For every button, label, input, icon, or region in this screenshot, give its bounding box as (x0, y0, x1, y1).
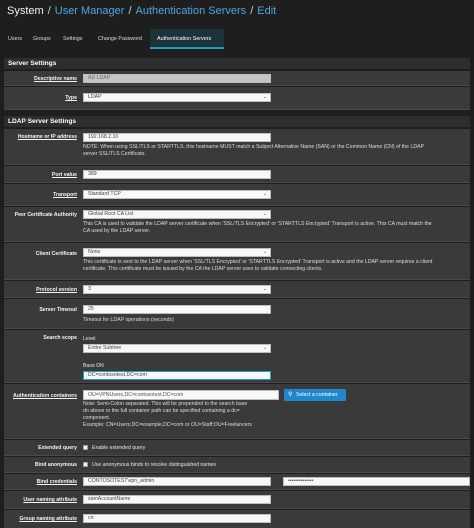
tab-settings[interactable]: Settings (56, 29, 90, 49)
client-cert-row: Client Certificate None ⌄ This certifica… (4, 243, 470, 280)
bind-anonymous-text: Use anonymous binds to resolve distingui… (92, 462, 216, 468)
timeout-row: Server Timeout 25 Timeout for LDAP opera… (4, 299, 470, 329)
port-label: Port value (51, 172, 77, 178)
chevron-down-icon: ⌄ (262, 249, 267, 255)
type-select[interactable]: LDAP ⌄ (83, 93, 271, 102)
extended-query-label: Extended query (38, 445, 77, 451)
descriptive-name-input[interactable]: AD LDAP (83, 74, 271, 83)
scope-level-select-value: Entire Subtree (88, 345, 122, 351)
bind-anonymous-row: Bind anonymous Use anonymous binds to re… (4, 457, 470, 473)
client-cert-select[interactable]: None ⌄ (83, 248, 271, 257)
transport-select[interactable]: Standard TCP ⌄ (83, 190, 271, 199)
ldap-settings-heading: LDAP Server Settings (4, 116, 470, 127)
chevron-down-icon: ⌄ (262, 94, 267, 100)
hostname-help: NOTE: When using SSL/TLS or STARTTLS, th… (83, 144, 425, 157)
type-select-value: LDAP (88, 94, 102, 100)
protocol-label: Protocol version (36, 287, 77, 293)
base-dn-label: Base DN (83, 363, 104, 369)
peer-ca-label: Peer Certificate Authority (14, 212, 77, 218)
bind-credentials-row: Bind credentials CONTOSOTEST\vpn_admin •… (4, 474, 470, 490)
containers-help: Note: Semi-Colon separated. This will be… (83, 401, 252, 428)
hostname-row: Hostname or IP address 192.168.2.10 NOTE… (4, 129, 470, 165)
chevron-down-icon: ⌄ (262, 345, 267, 351)
bind-user-input[interactable]: CONTOSOTEST\vpn_admin (83, 477, 271, 486)
breadcrumb-user-manager[interactable]: User Manager (55, 5, 125, 17)
breadcrumb-edit[interactable]: Edit (257, 5, 276, 17)
extended-query-text: Enable extended query (92, 445, 146, 451)
port-row: Port value 389 (4, 166, 470, 183)
client-cert-help: This certificate is sent to the LDAP ser… (83, 259, 433, 272)
select-container-button[interactable]: ⚲ Select a container (284, 389, 346, 401)
breadcrumb-separator: / (47, 5, 51, 17)
search-scope-label: Search scope (43, 335, 77, 341)
tab-users[interactable]: Users (4, 29, 26, 49)
breadcrumb-system: System (7, 5, 44, 17)
select-container-label: Select a container (296, 392, 338, 398)
group-naming-row: Group naming attribute cn (4, 510, 470, 528)
breadcrumb-auth-servers[interactable]: Authentication Servers (136, 5, 247, 17)
protocol-select-value: 3 (88, 286, 91, 292)
user-naming-input[interactable]: samAccountName (83, 495, 271, 504)
type-label: Type (65, 95, 77, 101)
containers-input[interactable]: OU=VPNUsers,DC=contosotest,DC=com (83, 390, 279, 400)
bind-credentials-label: Bind credentials (36, 479, 77, 485)
descriptive-name-row: Descriptive name AD LDAP (4, 71, 470, 86)
search-icon: ⚲ (288, 392, 293, 398)
scope-level-label: Level (83, 336, 96, 342)
peer-ca-select-value: Global Root CA List (88, 211, 134, 217)
tab-authentication-servers[interactable]: Authentication Servers (150, 29, 224, 49)
group-naming-input[interactable]: cn (83, 514, 271, 523)
breadcrumb-separator: / (250, 5, 254, 17)
transport-row: Transport Standard TCP ⌄ (4, 184, 470, 206)
transport-label: Transport (53, 192, 77, 198)
search-scope-row: Search scope Level Entire Subtree ⌄ Base… (4, 330, 470, 383)
breadcrumb: System / User Manager / Authentication S… (7, 3, 276, 19)
client-cert-select-value: None (88, 249, 101, 255)
client-cert-label: Client Certificate (35, 251, 77, 257)
timeout-input[interactable]: 25 (83, 305, 271, 314)
chevron-down-icon: ⌄ (262, 286, 267, 292)
descriptive-name-label: Descriptive name (34, 76, 77, 82)
timeout-label: Server Timeout (39, 307, 77, 313)
bind-password-input[interactable]: •••••••••••••• (283, 477, 470, 486)
bind-anonymous-label: Bind anonymous (34, 462, 77, 468)
hostname-label: Hostname or IP address (17, 134, 77, 140)
protocol-row: Protocol version 3 ⌄ (4, 281, 470, 298)
tab-change-password[interactable]: Change Password (90, 29, 150, 49)
user-naming-label: User naming attribute (23, 497, 77, 503)
extended-query-checkbox[interactable] (83, 445, 88, 450)
base-dn-input[interactable]: DC=contosotest,DC=com (83, 371, 271, 380)
containers-label: Authentication containers (13, 393, 77, 399)
group-naming-label: Group naming attribute (19, 516, 77, 522)
protocol-select[interactable]: 3 ⌄ (83, 285, 271, 294)
peer-ca-select[interactable]: Global Root CA List ⌄ (83, 210, 271, 219)
chevron-down-icon: ⌄ (262, 211, 267, 217)
type-row: Type LDAP ⌄ (4, 87, 470, 110)
peer-ca-row: Peer Certificate Authority Global Root C… (4, 207, 470, 242)
port-input[interactable]: 389 (83, 170, 271, 179)
chevron-down-icon: ⌄ (262, 191, 267, 197)
hostname-input[interactable]: 192.168.2.10 (83, 133, 271, 142)
containers-row: Authentication containers OU=VPNUsers,DC… (4, 384, 470, 439)
scope-level-select[interactable]: Entire Subtree ⌄ (83, 344, 271, 353)
user-naming-row: User naming attribute samAccountName (4, 491, 470, 509)
server-settings-heading: Server Settings (4, 58, 470, 69)
tab-groups[interactable]: Groups (26, 29, 56, 49)
transport-select-value: Standard TCP (88, 191, 121, 197)
extended-query-row: Extended query Enable extended query (4, 440, 470, 456)
peer-ca-help: This CA is used to validate the LDAP ser… (83, 221, 432, 234)
bind-anonymous-checkbox[interactable] (83, 462, 88, 467)
breadcrumb-separator: / (128, 5, 132, 17)
timeout-help: Timeout for LDAP operations (seconds) (83, 317, 174, 323)
tab-bar: Users Groups Settings Change Password Au… (4, 29, 224, 49)
